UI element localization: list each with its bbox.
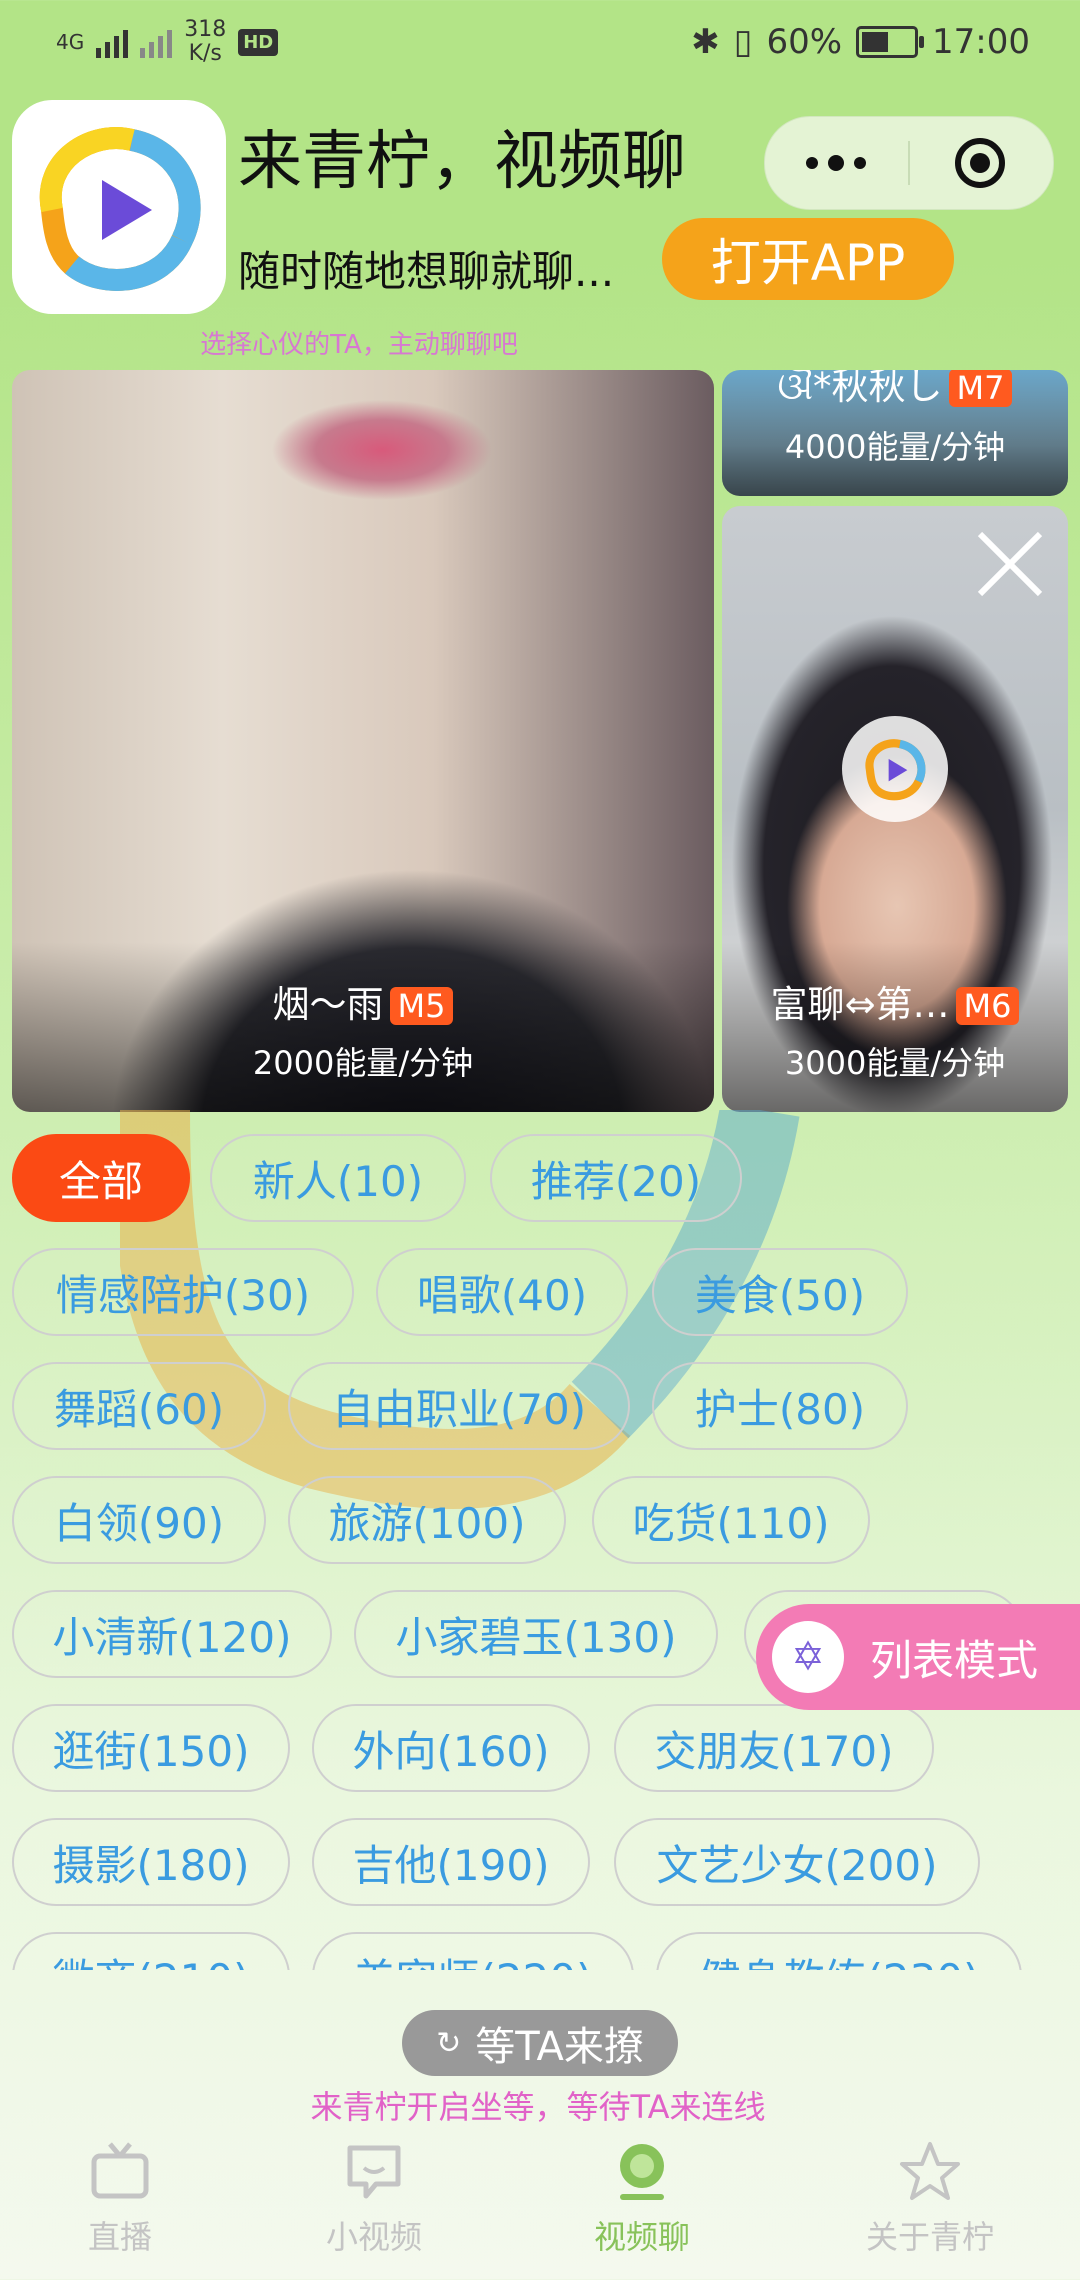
nav-live[interactable]: 直播: [10, 2120, 230, 2280]
capsule-divider: [908, 141, 910, 185]
host-name: 烟～雨M5: [12, 974, 714, 1028]
tag-item[interactable]: 护士(80): [652, 1362, 908, 1450]
hd-icon: HD: [238, 29, 278, 56]
tag-item[interactable]: 健身教练(230): [656, 1932, 1022, 1970]
tag-item[interactable]: 交朋友(170): [614, 1704, 934, 1792]
wait-for-ta-button[interactable]: ↻ 等TA来撩: [402, 2010, 678, 2076]
miniprogram-capsule: [764, 116, 1054, 210]
clock: 17:00: [932, 22, 1030, 62]
tag-item[interactable]: 推荐(20): [490, 1134, 742, 1222]
close-miniprogram-button[interactable]: [955, 138, 1005, 188]
host-energy: 2000能量/分钟: [12, 1038, 714, 1084]
chat-video-icon: [342, 2140, 406, 2204]
status-bar: 4G 318K/s HD ✱ ▯ 60% 17:00: [0, 0, 1080, 92]
nav-label: 视频聊: [532, 2212, 752, 2258]
tag-item[interactable]: 舞蹈(60): [12, 1362, 266, 1450]
list-mode-label: 列表模式: [870, 1627, 1038, 1688]
more-options-button[interactable]: [765, 117, 907, 209]
tag-item[interactable]: 吃货(110): [592, 1476, 870, 1564]
tag-item[interactable]: 逛街(150): [12, 1704, 290, 1792]
nav-short-video[interactable]: 小视频: [264, 2120, 484, 2280]
app-logo-watermark: [842, 716, 948, 822]
video-chat-icon: [610, 2140, 674, 2204]
signal-icon: [96, 26, 128, 58]
network-type: 4G: [56, 32, 84, 52]
tag-item[interactable]: 唱歌(40): [376, 1248, 628, 1336]
host-card[interactable]: 烟～雨M5 2000能量/分钟: [12, 370, 714, 1112]
network-speed: 318K/s: [184, 18, 226, 66]
host-card[interactable]: 富聊⇔第…M6 3000能量/分钟: [722, 506, 1068, 1112]
tag-item[interactable]: 吉他(190): [312, 1818, 590, 1906]
level-badge: M6: [956, 987, 1020, 1025]
tag-item[interactable]: 旅游(100): [288, 1476, 566, 1564]
app-logo: [12, 100, 226, 314]
nav-about[interactable]: 关于青柠: [820, 2120, 1040, 2280]
nav-video-chat[interactable]: 视频聊: [532, 2120, 752, 2280]
star-of-david-icon: ✡: [772, 1621, 844, 1693]
host-card[interactable]: ଔ*秋秋しM7 4000能量/分钟: [722, 370, 1068, 496]
bluetooth-icon: ✱: [691, 22, 720, 62]
battery-percent: 60%: [766, 22, 842, 62]
app-subtitle: 随时随地想聊就聊...: [238, 238, 614, 299]
nav-label: 直播: [10, 2212, 230, 2258]
wait-button-label: 等TA来撩: [475, 2014, 644, 2072]
list-mode-button[interactable]: ✡ 列表模式: [756, 1604, 1080, 1710]
nav-label: 小视频: [264, 2212, 484, 2258]
tag-item[interactable]: 新人(10): [210, 1134, 466, 1222]
signal-icon-2: [140, 26, 172, 58]
tag-item[interactable]: 摄影(180): [12, 1818, 290, 1906]
close-icon[interactable]: [974, 528, 1046, 600]
host-energy: 3000能量/分钟: [722, 1038, 1068, 1084]
tag-item[interactable]: 情感陪护(30): [12, 1248, 354, 1336]
tag-item[interactable]: 美食(50): [652, 1248, 908, 1336]
tag-item[interactable]: 美容师(220): [312, 1932, 634, 1970]
tag-item[interactable]: 微商(210): [12, 1932, 290, 1970]
header-hint: 选择心仪的TA，主动聊聊吧: [0, 324, 1080, 361]
tv-icon: [88, 2140, 152, 2204]
tag-item[interactable]: 小家碧玉(130): [354, 1590, 718, 1678]
nav-label: 关于青柠: [820, 2212, 1040, 2258]
level-badge: M7: [949, 370, 1013, 407]
host-name: 富聊⇔第…M6: [722, 974, 1068, 1028]
refresh-icon: ↻: [436, 2026, 461, 2061]
tag-item[interactable]: 文艺少女(200): [614, 1818, 980, 1906]
level-badge: M5: [390, 987, 454, 1025]
battery-icon: [856, 26, 918, 58]
tag-item[interactable]: 外向(160): [312, 1704, 590, 1792]
host-energy: 4000能量/分钟: [722, 422, 1068, 468]
tag-item[interactable]: 白领(90): [12, 1476, 266, 1564]
host-name: ଔ*秋秋しM7: [722, 370, 1068, 410]
bottom-nav: 直播 小视频 视频聊 关于青柠: [0, 2120, 1080, 2280]
category-tags: 全部 新人(10) 推荐(20) 情感陪护(30) 唱歌(40) 美食(50) …: [0, 1130, 1080, 1970]
open-app-button[interactable]: 打开APP: [662, 218, 954, 300]
tag-item[interactable]: 小清新(120): [12, 1590, 332, 1678]
vibrate-icon: ▯: [734, 22, 753, 62]
tag-all[interactable]: 全部: [12, 1134, 190, 1222]
app-title: 来青柠，视频聊: [238, 110, 686, 202]
star-icon: [898, 2140, 962, 2204]
tag-item[interactable]: 自由职业(70): [288, 1362, 630, 1450]
